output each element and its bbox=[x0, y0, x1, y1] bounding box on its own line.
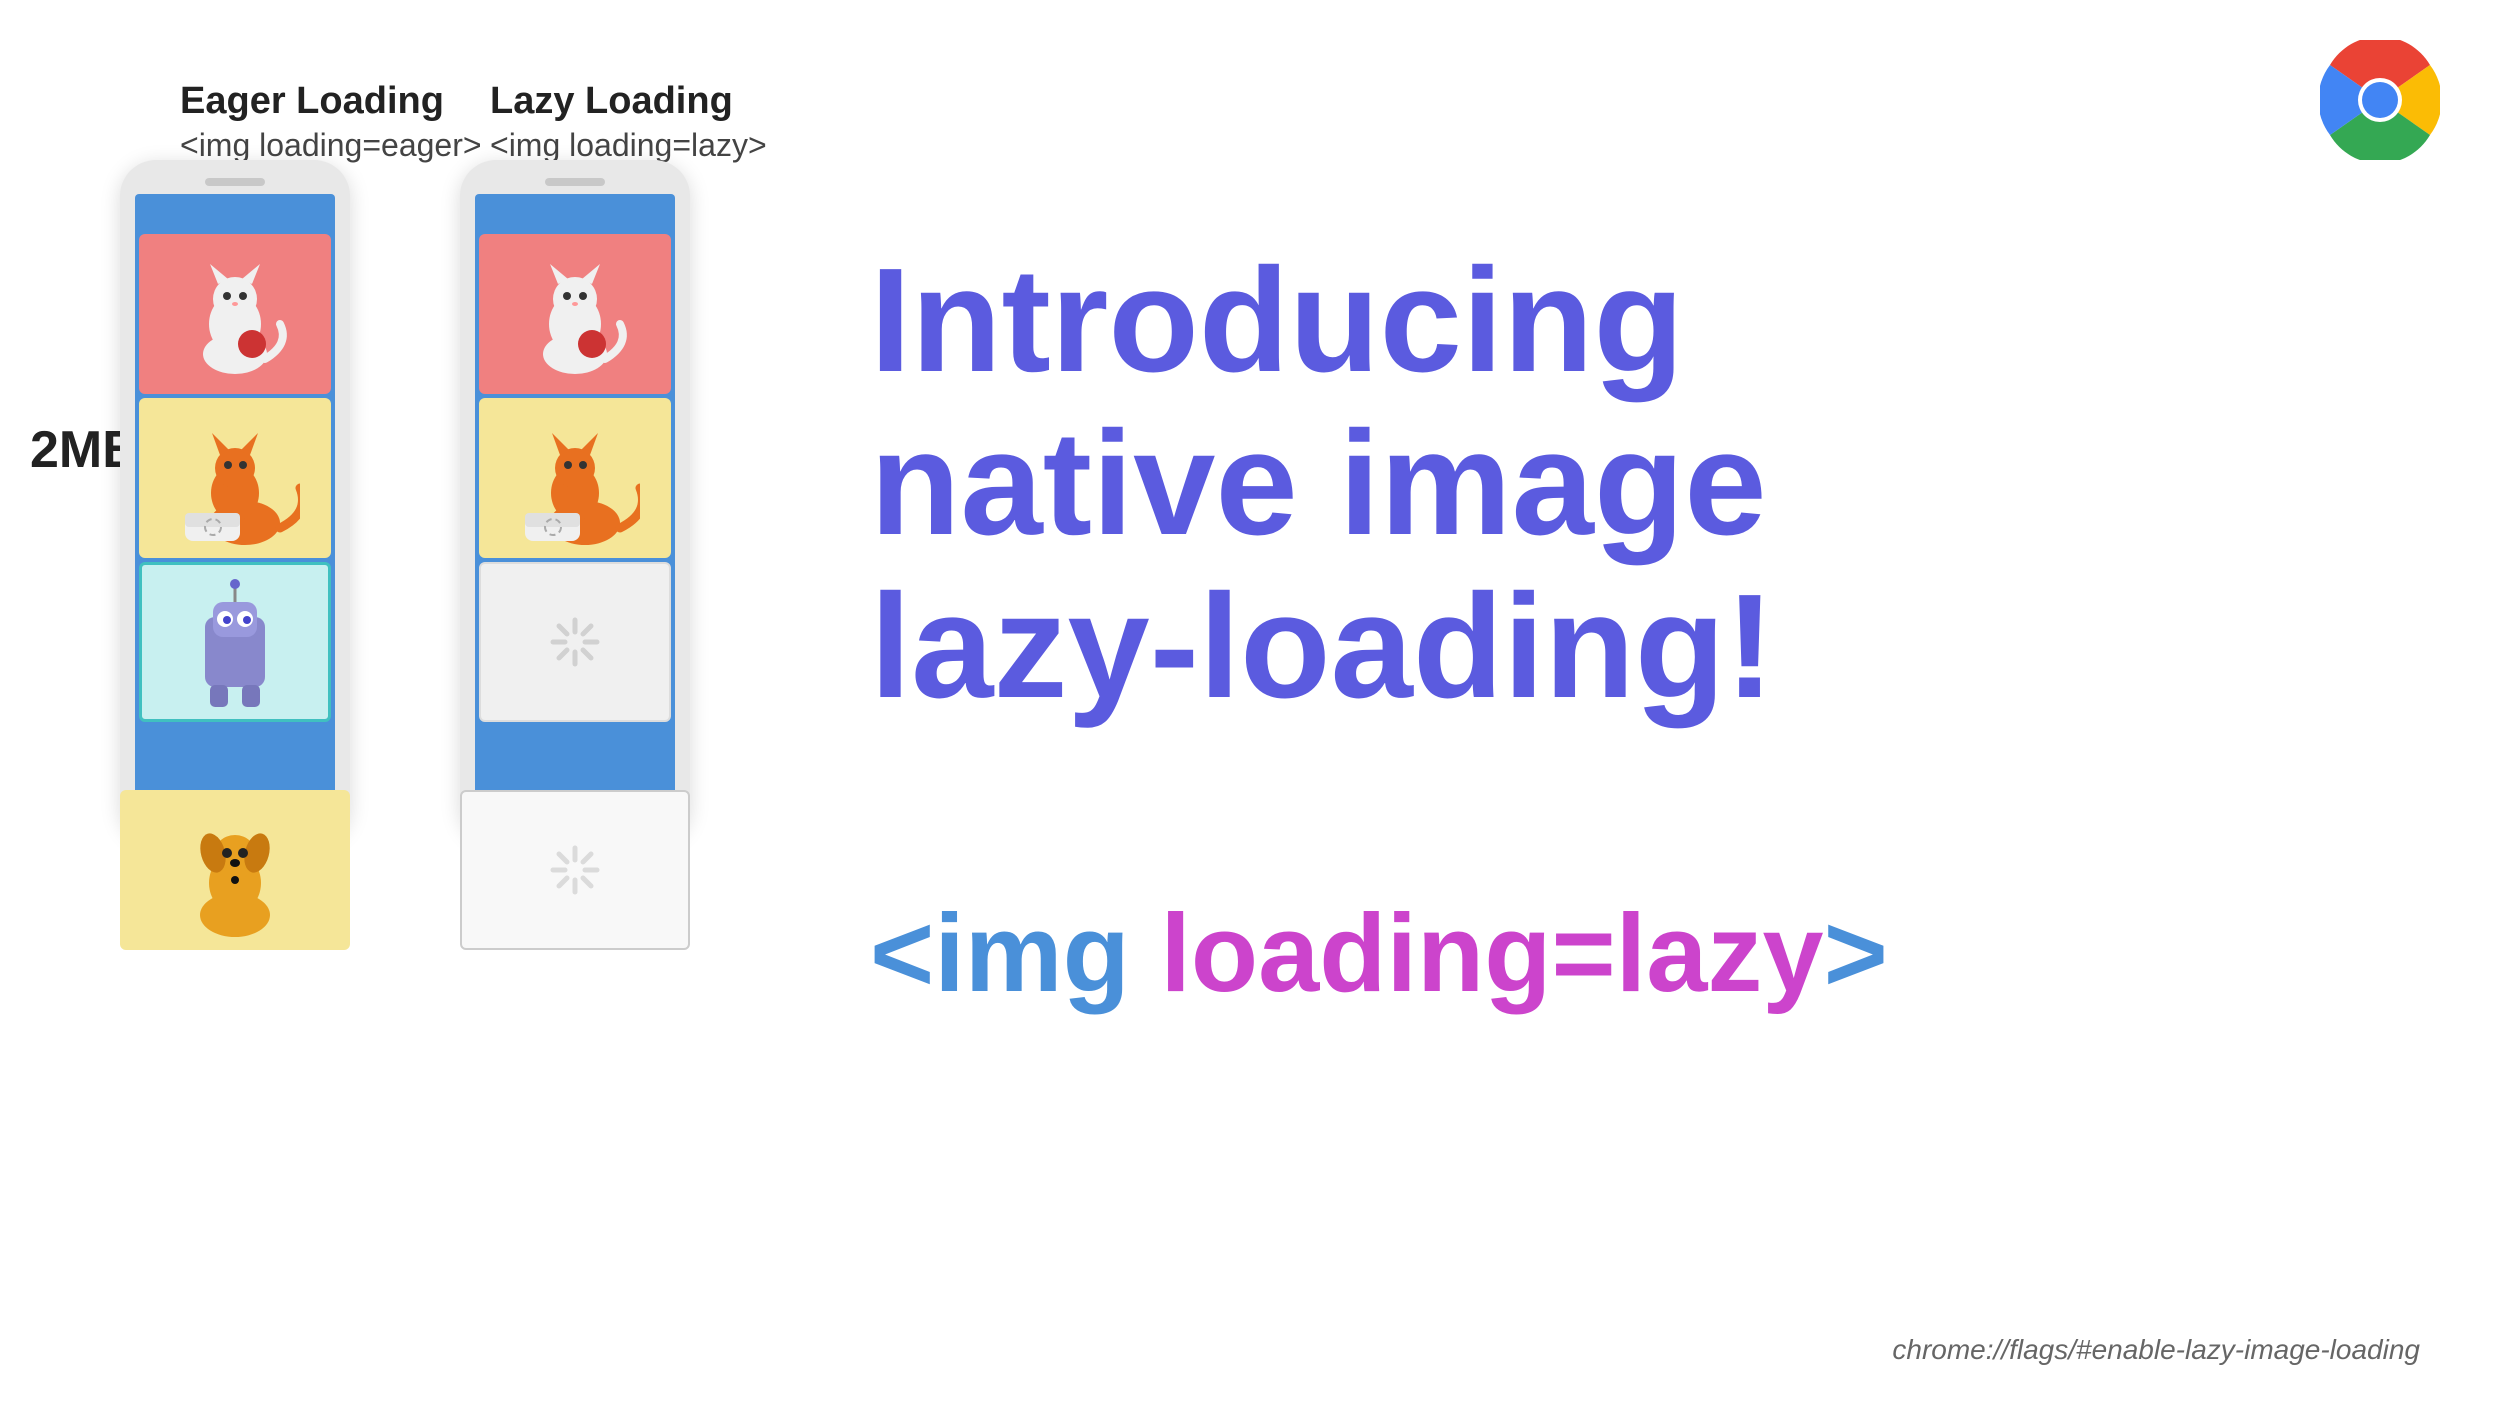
eager-title: Eager Loading bbox=[180, 80, 482, 123]
lazy-extra-cards bbox=[460, 790, 690, 950]
phone-speaker-lazy bbox=[545, 178, 605, 186]
browser-bar-lazy bbox=[475, 194, 675, 230]
eager-image-1 bbox=[139, 234, 331, 394]
phone-content-lazy bbox=[475, 230, 675, 830]
code-img-tag: <img bbox=[870, 892, 1160, 1015]
intro-title: Introducing native image lazy-loading! bbox=[870, 240, 2270, 728]
chrome-logo bbox=[2320, 40, 2440, 160]
lazy-image-1 bbox=[479, 234, 671, 394]
phone-speaker-eager bbox=[205, 178, 265, 186]
lazy-image-2 bbox=[479, 398, 671, 558]
eager-phone bbox=[120, 160, 350, 840]
lazy-loading-2 bbox=[460, 790, 690, 950]
phone-content-eager bbox=[135, 230, 335, 830]
phone-screen-lazy bbox=[475, 194, 675, 830]
eager-image-4 bbox=[120, 790, 350, 950]
flag-url: chrome://flags/#enable-lazy-image-loadin… bbox=[1892, 1334, 2420, 1366]
eager-extra-cards bbox=[120, 790, 350, 950]
lazy-code: <img loading=lazy> bbox=[490, 127, 767, 164]
code-loading-attr: loading=lazy bbox=[1160, 892, 1823, 1015]
intro-line1: Introducing bbox=[870, 238, 1684, 403]
lazy-loading-label: Lazy Loading <img loading=lazy> bbox=[490, 80, 767, 164]
lazy-title: Lazy Loading bbox=[490, 80, 767, 123]
eager-loading-label: Eager Loading <img loading=eager> bbox=[180, 80, 482, 164]
lazy-phone bbox=[460, 160, 690, 840]
phone-screen-eager bbox=[135, 194, 335, 830]
code-close-tag: > bbox=[1824, 892, 1888, 1015]
eager-image-2 bbox=[139, 398, 331, 558]
code-example: <img loading=lazy> bbox=[870, 890, 1888, 1017]
intro-line2: native image bbox=[870, 401, 1767, 566]
browser-bar-eager bbox=[135, 194, 335, 230]
eager-image-3 bbox=[139, 562, 331, 722]
intro-line3: lazy-loading! bbox=[870, 564, 1774, 729]
intro-text-block: Introducing native image lazy-loading! bbox=[870, 240, 2270, 728]
eager-code: <img loading=eager> bbox=[180, 127, 482, 164]
lazy-loading-1 bbox=[479, 562, 671, 722]
